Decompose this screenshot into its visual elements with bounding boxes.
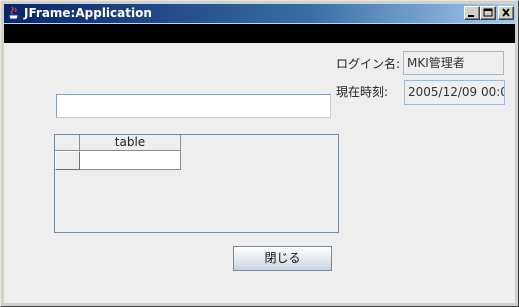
menu-bar <box>4 24 515 43</box>
row-header[interactable] <box>55 151 80 170</box>
current-time-field: 2005/12/09 00:00 <box>404 80 505 105</box>
close-button[interactable]: 閉じる <box>233 246 332 271</box>
table-scroll-pane[interactable]: table <box>54 134 339 233</box>
column-header[interactable]: table <box>80 135 181 151</box>
current-time-label: 現在時刻: <box>336 85 389 99</box>
login-name-label: ログイン名: <box>336 57 401 71</box>
content-pane: ログイン名: MKI管理者 現在時刻: 2005/12/09 00:00 tab… <box>4 43 515 303</box>
window-close-button[interactable] <box>498 6 514 20</box>
maximize-icon <box>483 8 493 17</box>
minimize-icon <box>468 15 474 17</box>
title-bar[interactable]: JFrame:Application <box>4 4 515 23</box>
java-cup-icon <box>7 6 21 21</box>
window-title: JFrame:Application <box>24 6 152 20</box>
application-window: JFrame:Application ログイン名: MKI管理者 現在時刻: 2… <box>0 0 519 307</box>
login-name-field: MKI管理者 <box>403 51 504 75</box>
text-input[interactable] <box>56 94 331 118</box>
close-icon <box>502 8 510 17</box>
maximize-button[interactable] <box>480 6 496 20</box>
minimize-button[interactable] <box>464 6 480 20</box>
table-corner <box>55 135 80 151</box>
table-cell[interactable] <box>80 151 181 170</box>
